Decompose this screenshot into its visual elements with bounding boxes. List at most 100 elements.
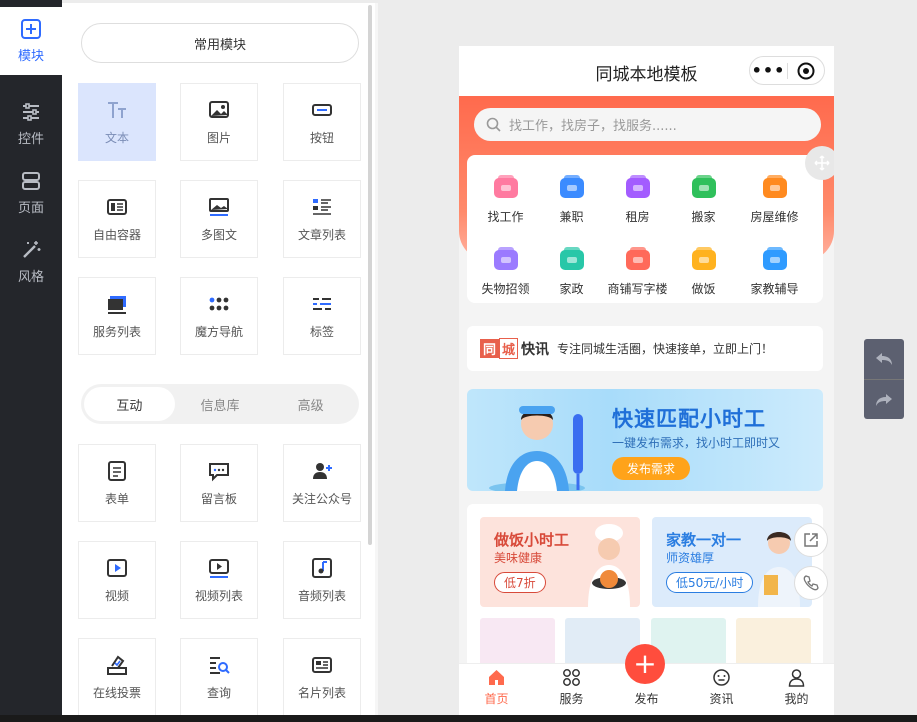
tile-button[interactable]: 按钮 [283,83,361,161]
tile-query[interactable]: 查询 [180,638,258,715]
category-label: 租房 [625,210,650,224]
bucket-icon [559,247,584,270]
tab-interaction[interactable]: 互动 [84,387,175,421]
tab-news[interactable]: 资讯 [684,664,759,715]
category-house[interactable]: 租房 [605,173,670,225]
drag-handle-icon[interactable] [805,146,834,180]
grid-nav-icon [209,297,229,310]
undo-icon [876,353,892,365]
tile-tag[interactable]: 标签 [283,277,361,355]
banner-title: 快速匹配小时工 [612,407,766,431]
category-truck[interactable]: 搬家 [671,173,736,225]
category-bucket[interactable]: 家政 [539,245,604,297]
more-icon[interactable]: ••• [750,62,787,78]
category-label: 家教辅导 [750,282,799,296]
category-label: 房屋维修 [750,210,799,224]
rail-item-style[interactable]: 风格 [0,228,62,296]
category-label: 家政 [559,282,584,296]
tile-follow-account[interactable]: 关注公众号 [283,444,361,522]
tile-text[interactable]: 文本 [78,83,156,161]
tile-service-list[interactable]: 服务列表 [78,277,156,355]
thumb-door-lock[interactable] [480,618,555,668]
redo-button[interactable] [864,380,904,420]
search-bar[interactable]: 找工作，找房子，找服务...... [474,108,821,141]
container-icon [107,198,127,215]
category-tutor[interactable]: 家教辅导 [742,245,807,297]
panel-scrollbar[interactable] [368,5,372,545]
category-clock[interactable]: 兼职 [539,173,604,225]
tile-label: 关注公众号 [291,491,352,506]
video-list-icon [209,558,229,578]
close-target-icon[interactable] [788,62,824,80]
tab-advanced[interactable]: 高级 [265,387,356,421]
category-briefcase[interactable]: 找工作 [473,173,538,225]
common-modules-header[interactable]: 常用模块 [81,23,359,63]
tile-label: 魔方导航 [194,324,243,339]
news-logo: 同城快讯 [480,338,549,359]
category-cloche[interactable]: 做饭 [671,245,736,297]
promo-cooking[interactable]: 做饭小时工 美味健康 低7折 [480,517,640,607]
news-ticker[interactable]: 同城快讯 专注同城生活圈，快速接单，立即上门！ [467,326,823,371]
undo-button[interactable] [864,339,904,379]
promo-tag: 低50元/小时 [666,572,754,593]
tile-image[interactable]: 图片 [180,83,258,161]
form-icon [108,460,126,481]
tile-video[interactable]: 视频 [78,541,156,619]
tab-services[interactable]: 服务 [534,664,609,715]
tile-business-card-list[interactable]: 名片列表 [283,638,361,715]
share-icon[interactable] [794,523,828,557]
panel-divider [375,3,378,715]
tab-mine[interactable]: 我的 [759,664,834,715]
category-shop[interactable]: 商铺写字楼 [605,245,670,297]
wallet-icon [493,247,518,270]
rail-item-label: 页面 [17,201,44,216]
tile-video-list[interactable]: 视频列表 [180,541,258,619]
promo-tutoring[interactable]: 家教一对一 师资雄厚 低50元/小时 [652,517,812,607]
category-grid: 找工作 兼职 租房 搬家 房屋维修失物招领 家政 商铺写字楼 做饭 家教辅导 [467,155,823,303]
tile-label: 多图文 [200,227,237,242]
phone-preview: 同城本地模板 ••• 找工作，找房子，找服务...... 找工作 兼职 租房 搬家 房屋… [459,46,834,715]
tile-message-board[interactable]: 留言板 [180,444,258,522]
rail-item-controls[interactable]: 控件 [0,90,62,158]
image-icon [209,100,229,118]
mini-program-capsule: ••• [749,56,825,85]
thumb-pet[interactable] [736,618,811,668]
tile-audio-list[interactable]: 音频列表 [283,541,361,619]
promo-title: 家教一对一 [666,531,742,549]
tile-label: 表单 [104,491,129,506]
follow-account-icon [313,462,332,479]
taskbar-strip [0,715,917,722]
component-panel: 常用模块 文本 图片 按钮 自由容器 多图文 文章列表 服务列表 魔方导航 标签… [62,3,375,715]
tile-form[interactable]: 表单 [78,444,156,522]
tile-label: 查询 [206,685,231,700]
multi-image-text-icon [209,197,229,216]
search-placeholder: 找工作，找房子，找服务...... [509,119,677,134]
tile-multi-image-text[interactable]: 多图文 [180,180,258,258]
tile-grid-nav[interactable]: 魔方导航 [180,277,258,355]
tile-free-container[interactable]: 自由容器 [78,180,156,258]
tile-label: 按钮 [309,130,334,145]
tile-article-list[interactable]: 文章列表 [283,180,361,258]
hourly-worker-banner[interactable]: 快速匹配小时工 一键发布需求，找小时工即时又 发布需求 [467,389,823,491]
message-board-icon [209,462,229,481]
tile-label: 视频 [104,588,129,603]
video-icon [107,558,127,577]
phone-call-icon[interactable] [794,566,828,600]
tab-label: 资讯 [709,692,734,706]
promo-tag: 低7折 [494,572,546,593]
rail-item-pages[interactable]: 页面 [0,159,62,227]
tile-online-vote[interactable]: 在线投票 [78,638,156,715]
publish-request-button[interactable]: 发布需求 [612,457,690,480]
tab-home[interactable]: 首页 [459,664,534,715]
shop-icon [625,247,650,270]
rail-item-modules[interactable]: 模块 [0,7,62,75]
pages-icon [22,172,40,190]
editor-workspace: 模块 控件 页面 风格 常用模块 文本 图片 按钮 自由容器 多图文 文章列表 … [0,0,917,722]
category-roof[interactable]: 房屋维修 [742,173,807,225]
history-controls [864,339,904,419]
publish-fab-button[interactable]: + [625,644,665,684]
query-icon [210,656,230,674]
chef-illustration [588,524,630,607]
tab-info-library[interactable]: 信息库 [175,387,266,421]
category-wallet[interactable]: 失物招领 [473,245,538,297]
